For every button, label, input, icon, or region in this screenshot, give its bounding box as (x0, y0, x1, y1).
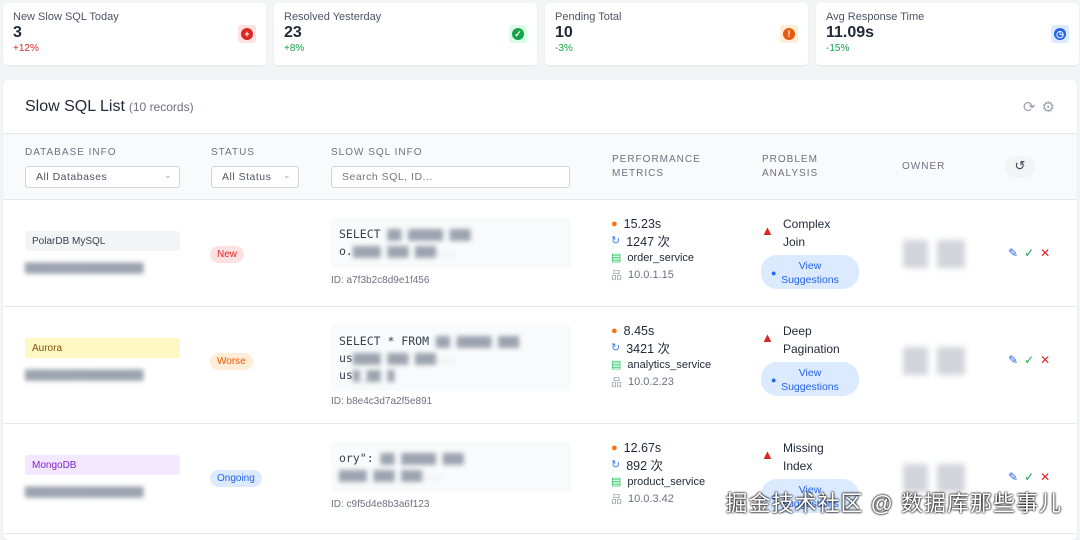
view-suggestions-button[interactable]: ● View Suggestions (761, 362, 859, 396)
sql-id: ID: a7f3b2c8d9e1f456 (331, 275, 430, 286)
close-icon[interactable]: ✕ (1040, 353, 1050, 367)
sql-id: ID: b8e4c3d7a2f5e891 (331, 396, 433, 407)
db-host-blurred: ▇▇▇▇▇▇▇▇▇▇▇▇▇▇ (25, 262, 144, 274)
status-badge: Ongoing (210, 470, 262, 487)
check-icon[interactable]: ✓ (1024, 353, 1034, 367)
record-count: (10 records) (128, 100, 194, 114)
close-icon[interactable]: ✕ (1040, 246, 1050, 260)
stat-value: 3 (13, 24, 22, 41)
view-suggestions-button[interactable]: ● View Suggestions (761, 255, 859, 289)
stat-label: Avg Response Time (826, 11, 925, 23)
stat-value: 23 (284, 24, 302, 41)
owner-avatar-blurred (903, 240, 965, 268)
refresh-icon: ↻ (611, 342, 621, 354)
performance-metrics: ● 12.67s ↻ 892 次 ▤ product_service 品 10.0.3.… (611, 440, 706, 506)
problem-label: Complex Join (783, 217, 831, 249)
header-status: STATUS (211, 147, 255, 158)
problem-label: Missing Index (783, 441, 824, 473)
warning-icon: ! (780, 25, 798, 43)
sql-id: ID: c9f5d4e8b3a6f123 (331, 499, 430, 510)
network-icon: 品 (611, 269, 622, 282)
check-icon[interactable]: ✓ (1024, 470, 1034, 484)
db-tag: Aurora (25, 338, 180, 358)
network-icon: 品 (611, 493, 622, 506)
refresh-icon[interactable]: ⟳ (1023, 98, 1036, 116)
header-db: DATABASE INFO (25, 147, 117, 158)
watermark: 掘金技术社区 @ 数据库那些事儿 (725, 491, 1062, 516)
reset-icon[interactable]: ↺ (1005, 156, 1035, 178)
edit-icon[interactable]: ✎ (1008, 353, 1018, 367)
server-icon: ▤ (611, 476, 622, 488)
lightbulb-icon: ● (771, 268, 777, 278)
plus-circle-icon: + (238, 25, 256, 43)
stat-change: +8% (284, 43, 305, 54)
panel-title: Slow SQL List (10 records) (25, 98, 194, 115)
header-sql: SLOW SQL INFO (331, 147, 423, 158)
stat-label: Resolved Yesterday (284, 11, 382, 23)
stat-card: Avg Response Time 11.09s -15% ◷ (816, 3, 1079, 65)
header-problem: PROBLEM ANALYSIS (762, 154, 819, 179)
owner-avatar-blurred (903, 347, 965, 375)
sql-snippet[interactable]: SELECT ▇▇ ▇▇▇▇▇ ▇▇▇ o.▇▇▇▇ ▇▇▇ ▇▇▇... (331, 218, 571, 268)
stat-card: Pending Total 10 -3% ! (545, 3, 808, 65)
close-icon[interactable]: ✕ (1040, 470, 1050, 484)
database-filter[interactable]: All Databases ⌄ (25, 166, 180, 188)
clock-icon: ◷ (1051, 25, 1069, 43)
network-icon: 品 (611, 376, 622, 389)
lightbulb-icon: ● (771, 375, 777, 385)
chevron-down-icon: ⌄ (163, 170, 172, 180)
status-filter[interactable]: All Status ⌄ (211, 166, 299, 188)
table-row: Aurora ▇▇▇▇▇▇▇▇▇▇▇▇▇▇ Worse SELECT * FRO… (3, 307, 1077, 424)
warning-icon: ▲ (761, 330, 774, 345)
check-circle-icon: ✓ (509, 25, 527, 43)
sql-snippet[interactable]: SELECT * FROM ▇▇ ▇▇▇▇▇ ▇▇▇ us▇▇▇▇ ▇▇▇ ▇▇▇… (331, 325, 571, 391)
warning-icon: ▲ (761, 447, 774, 462)
server-icon: ▤ (611, 359, 622, 371)
stat-card: Resolved Yesterday 23 +8% ✓ (274, 3, 537, 65)
stat-label: New Slow SQL Today (13, 11, 119, 23)
header-owner: OWNER (902, 161, 946, 172)
clock-icon: ● (611, 324, 618, 337)
sql-search-input[interactable] (331, 166, 570, 188)
db-host-blurred: ▇▇▇▇▇▇▇▇▇▇▇▇▇▇ (25, 486, 144, 498)
stat-change: -3% (555, 43, 573, 54)
refresh-icon: ↻ (611, 235, 621, 247)
slow-sql-panel: Slow SQL List (10 records) ⟳ ⚙ DATABASE IN… (3, 80, 1077, 540)
stat-change: +12% (13, 43, 39, 54)
status-badge: New (210, 246, 245, 263)
stat-value: 10 (555, 24, 573, 41)
stat-value: 11.09s (826, 24, 875, 41)
status-badge: Worse (210, 353, 253, 370)
db-host-blurred: ▇▇▇▇▇▇▇▇▇▇▇▇▇▇ (25, 369, 144, 381)
db-tag: PolarDB MySQL (25, 231, 180, 251)
warning-icon: ▲ (761, 223, 774, 238)
edit-icon[interactable]: ✎ (1008, 246, 1018, 260)
server-icon: ▤ (611, 252, 622, 264)
sql-snippet[interactable]: ory": ▇▇ ▇▇▇▇▇ ▇▇▇ ▇▇▇▇ ▇▇▇ ▇▇▇... (331, 442, 571, 492)
db-tag: MongoDB (25, 455, 180, 475)
problem-label: Deep Pagination (783, 324, 840, 356)
stat-label: Pending Total (555, 11, 622, 23)
chevron-down-icon: ⌄ (282, 170, 291, 180)
table-row: PolarDB MySQL ▇▇▇▇▇▇▇▇▇▇▇▇▇▇ New SELECT … (3, 200, 1077, 307)
stat-change: -15% (826, 43, 850, 54)
edit-icon[interactable]: ✎ (1008, 470, 1018, 484)
check-icon[interactable]: ✓ (1024, 246, 1034, 260)
refresh-icon: ↻ (611, 459, 621, 471)
header-perf: PERFORMANCE METRICS (612, 154, 701, 179)
performance-metrics: ● 8.45s ↻ 3421 次 ▤ analytics_service 品 10.0.… (611, 323, 712, 389)
clock-icon: ● (611, 217, 618, 230)
stat-card: New Slow SQL Today 3 +12% + (3, 3, 266, 65)
gear-icon[interactable]: ⚙ (1042, 98, 1055, 116)
clock-icon: ● (611, 441, 618, 454)
performance-metrics: ● 15.23s ↻ 1247 次 ▤ order_service 品 10.0.1.1… (611, 216, 695, 282)
